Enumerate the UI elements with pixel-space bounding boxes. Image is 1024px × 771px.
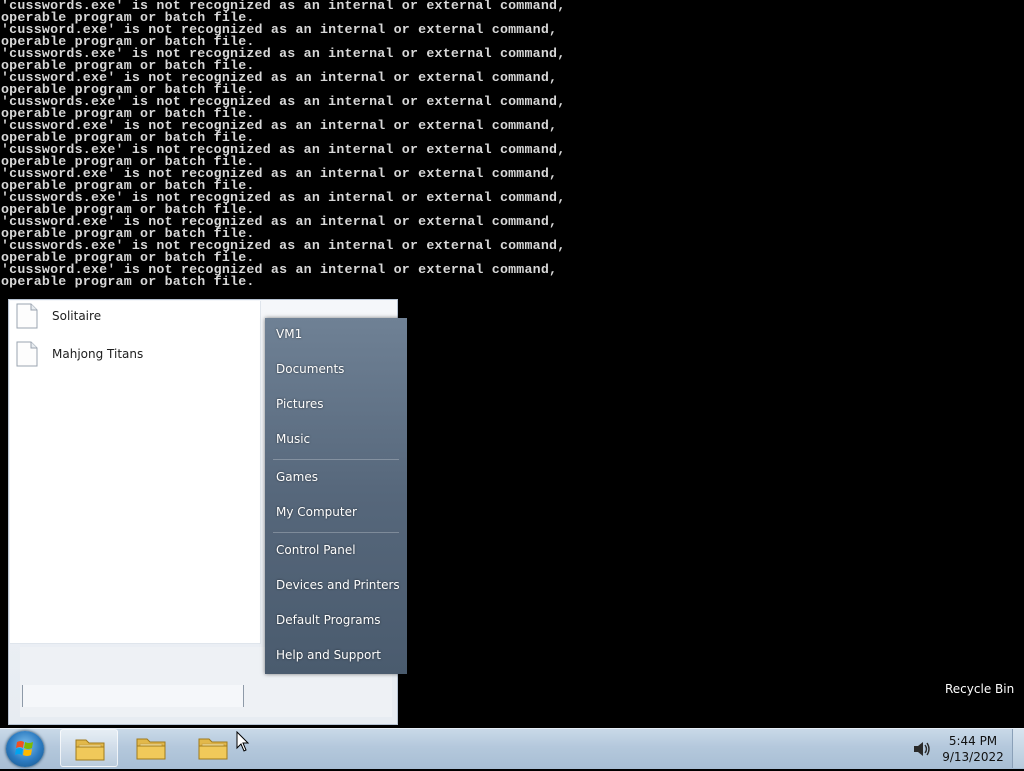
programs-list: Solitaire Mahjong Titans xyxy=(10,301,261,644)
clock-date: 9/13/2022 xyxy=(942,750,1004,764)
speaker-icon[interactable] xyxy=(912,740,932,758)
program-item-mahjong-titans[interactable]: Mahjong Titans xyxy=(16,339,256,369)
menu-edge-marker xyxy=(267,682,273,696)
file-icon xyxy=(16,303,38,329)
console-output: 'cusswords.exe' is not recognized as an … xyxy=(0,0,565,288)
folder-icon xyxy=(198,738,228,760)
file-icon xyxy=(16,341,38,367)
program-label: Solitaire xyxy=(52,309,102,323)
place-item-pictures[interactable]: Pictures xyxy=(276,393,404,415)
folder-icon xyxy=(75,739,105,761)
start-button[interactable] xyxy=(6,731,44,767)
taskbar-button-explorer-2[interactable] xyxy=(122,729,180,767)
place-item-my-computer[interactable]: My Computer xyxy=(276,501,404,523)
program-label: Mahjong Titans xyxy=(52,347,144,361)
mouse-cursor-icon xyxy=(236,731,250,752)
system-clock[interactable]: 5:44 PM 9/13/2022 xyxy=(940,733,1006,765)
places-separator xyxy=(273,532,399,533)
place-item-devices-and-printers[interactable]: Devices and Printers xyxy=(276,574,404,596)
taskbar-button-explorer-1[interactable] xyxy=(60,729,118,767)
clock-time: 5:44 PM xyxy=(948,734,998,748)
windows-orb-icon xyxy=(15,741,33,756)
program-item-solitaire[interactable]: Solitaire xyxy=(16,301,256,331)
place-item-default-programs[interactable]: Default Programs xyxy=(276,609,404,631)
show-desktop-button[interactable] xyxy=(1012,729,1024,768)
taskbar-button-explorer-3[interactable] xyxy=(184,729,242,767)
place-item-control-panel[interactable]: Control Panel xyxy=(276,539,404,561)
place-item-documents[interactable]: Documents xyxy=(276,358,404,380)
place-item-help-and-support[interactable]: Help and Support xyxy=(276,644,404,666)
console-line: operable program or batch file. xyxy=(1,274,255,289)
place-item-vm1[interactable]: VM1 xyxy=(276,323,404,345)
search-input[interactable] xyxy=(22,685,244,707)
places-separator xyxy=(273,459,399,460)
folder-icon xyxy=(136,738,166,760)
recycle-bin-label[interactable]: Recycle Bin xyxy=(945,682,1014,696)
place-item-games[interactable]: Games xyxy=(276,466,404,488)
place-item-music[interactable]: Music xyxy=(276,428,404,450)
start-menu-places: VM1 Documents Pictures Music Games My Co… xyxy=(265,318,407,674)
